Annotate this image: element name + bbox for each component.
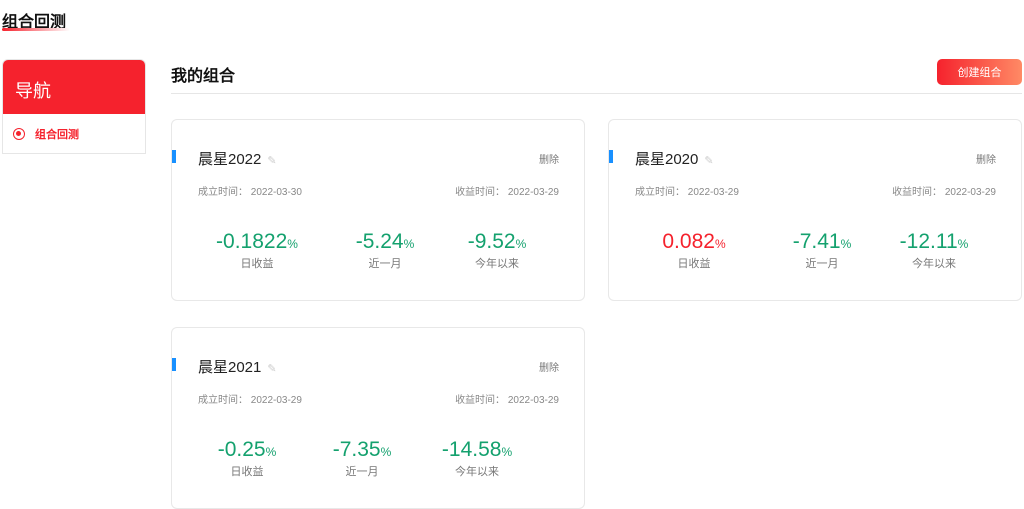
edit-icon[interactable]: ✎ <box>267 155 276 167</box>
created-value: 2022-03-29 <box>687 187 739 198</box>
return-value: 2022-03-29 <box>944 187 996 198</box>
stat-label: 近一月 <box>345 466 379 478</box>
stat: -7.41% 近一月 <box>762 230 882 271</box>
stat-number: -14.58 <box>441 438 502 461</box>
stat-unit: % <box>515 237 527 251</box>
stat-unit: % <box>265 445 277 459</box>
stat-unit: % <box>957 237 969 251</box>
portfolio-card: 晨星2020 ✎ 删除 成立时间： 2022-03-29 收益时间： 2022-0… <box>608 119 1022 301</box>
stat-label: 日收益 <box>240 258 274 270</box>
stat-value: -0.25% <box>187 438 307 462</box>
stat-value: -0.1822% <box>197 230 317 254</box>
return-label: 收益时间： <box>892 187 943 198</box>
created-label: 成立时间： <box>198 395 248 406</box>
stat-number: -5.24 <box>355 230 404 253</box>
stat-number: -9.52 <box>467 230 516 253</box>
created-label: 成立时间： <box>635 187 685 198</box>
delete-button[interactable]: 删除 <box>539 359 559 374</box>
portfolio-name-text: 晨星2021 <box>198 359 262 376</box>
stat-unit: % <box>714 237 726 251</box>
card-marker <box>172 150 176 163</box>
stat-value: -7.35% <box>302 438 422 462</box>
main-header: 我的组合 创建组合 <box>171 58 1022 94</box>
created-value: 2022-03-29 <box>250 395 302 406</box>
return-value: 2022-03-29 <box>507 395 559 406</box>
stat: 0.082% 日收益 <box>634 230 754 271</box>
stat-value: -5.24% <box>325 230 445 254</box>
stat-label: 今年以来 <box>455 466 499 478</box>
return-label: 收益时间： <box>455 187 506 198</box>
created-date: 成立时间： 2022-03-29 <box>635 183 739 198</box>
portfolio-name-text: 晨星2022 <box>198 151 262 168</box>
sidebar-item-backtest[interactable]: 组合回测 <box>3 114 145 153</box>
portfolio-name: 晨星2021 ✎ <box>198 356 277 377</box>
stat-label: 日收益 <box>677 258 711 270</box>
stat-label: 日收益 <box>230 466 264 478</box>
stat: -0.25% 日收益 <box>187 438 307 479</box>
created-label: 成立时间： <box>198 187 248 198</box>
portfolio-card: 晨星2021 ✎ 删除 成立时间： 2022-03-29 收益时间： 2022-0… <box>171 327 585 509</box>
edit-icon[interactable]: ✎ <box>704 155 713 167</box>
create-portfolio-button[interactable]: 创建组合 <box>937 59 1022 85</box>
return-date: 收益时间： 2022-03-29 <box>455 183 559 198</box>
sidebar-header: 导航 <box>3 60 145 114</box>
stat: -9.52% 今年以来 <box>437 230 557 271</box>
card-marker <box>172 358 176 371</box>
portfolio-name: 晨星2020 ✎ <box>635 148 714 169</box>
stat: -14.58% 今年以来 <box>417 438 537 479</box>
stat: -12.11% 今年以来 <box>874 230 994 271</box>
stat-unit: % <box>380 445 392 459</box>
return-value: 2022-03-29 <box>507 187 559 198</box>
return-label: 收益时间： <box>455 395 506 406</box>
return-date: 收益时间： 2022-03-29 <box>455 391 559 406</box>
stat-number: 0.082 <box>662 230 715 253</box>
stat: -0.1822% 日收益 <box>197 230 317 271</box>
card-marker <box>609 150 613 163</box>
delete-button[interactable]: 删除 <box>976 151 996 166</box>
stat-unit: % <box>403 237 415 251</box>
stat-unit: % <box>840 237 852 251</box>
stat-unit: % <box>287 237 298 251</box>
stat-label: 今年以来 <box>475 258 519 270</box>
title-underline <box>2 28 70 31</box>
created-date: 成立时间： 2022-03-30 <box>198 183 302 198</box>
stat-number: -0.25 <box>217 438 266 461</box>
stat-unit: % <box>501 445 513 459</box>
stat-number: -7.35 <box>332 438 381 461</box>
sidebar: 导航 组合回测 <box>2 59 146 154</box>
portfolio-name: 晨星2022 ✎ <box>198 148 277 169</box>
stat-value: -14.58% <box>417 438 537 462</box>
created-date: 成立时间： 2022-03-29 <box>198 391 302 406</box>
stat-number: -7.41 <box>792 230 841 253</box>
delete-button[interactable]: 删除 <box>539 151 559 166</box>
stat-label: 近一月 <box>368 258 402 270</box>
edit-icon[interactable]: ✎ <box>267 363 276 375</box>
created-value: 2022-03-30 <box>250 187 302 198</box>
stat: -7.35% 近一月 <box>302 438 422 479</box>
sidebar-item-label: 组合回测 <box>35 129 79 141</box>
stat-value: -9.52% <box>437 230 557 254</box>
stat-number: -12.11 <box>899 230 958 253</box>
stat-value: -12.11% <box>874 230 994 254</box>
return-date: 收益时间： 2022-03-29 <box>892 183 996 198</box>
stat-number: -0.1822 <box>216 230 288 253</box>
section-title: 我的组合 <box>171 68 236 85</box>
stat-value: 0.082% <box>634 230 754 254</box>
stat-label: 近一月 <box>805 258 839 270</box>
stat-value: -7.41% <box>762 230 882 254</box>
portfolio-name-text: 晨星2020 <box>635 151 699 168</box>
radio-selected-icon <box>13 128 25 140</box>
portfolio-card: 晨星2022 ✎ 删除 成立时间： 2022-03-30 收益时间： 2022-0… <box>171 119 585 301</box>
stat: -5.24% 近一月 <box>325 230 445 271</box>
stat-label: 今年以来 <box>912 258 956 270</box>
